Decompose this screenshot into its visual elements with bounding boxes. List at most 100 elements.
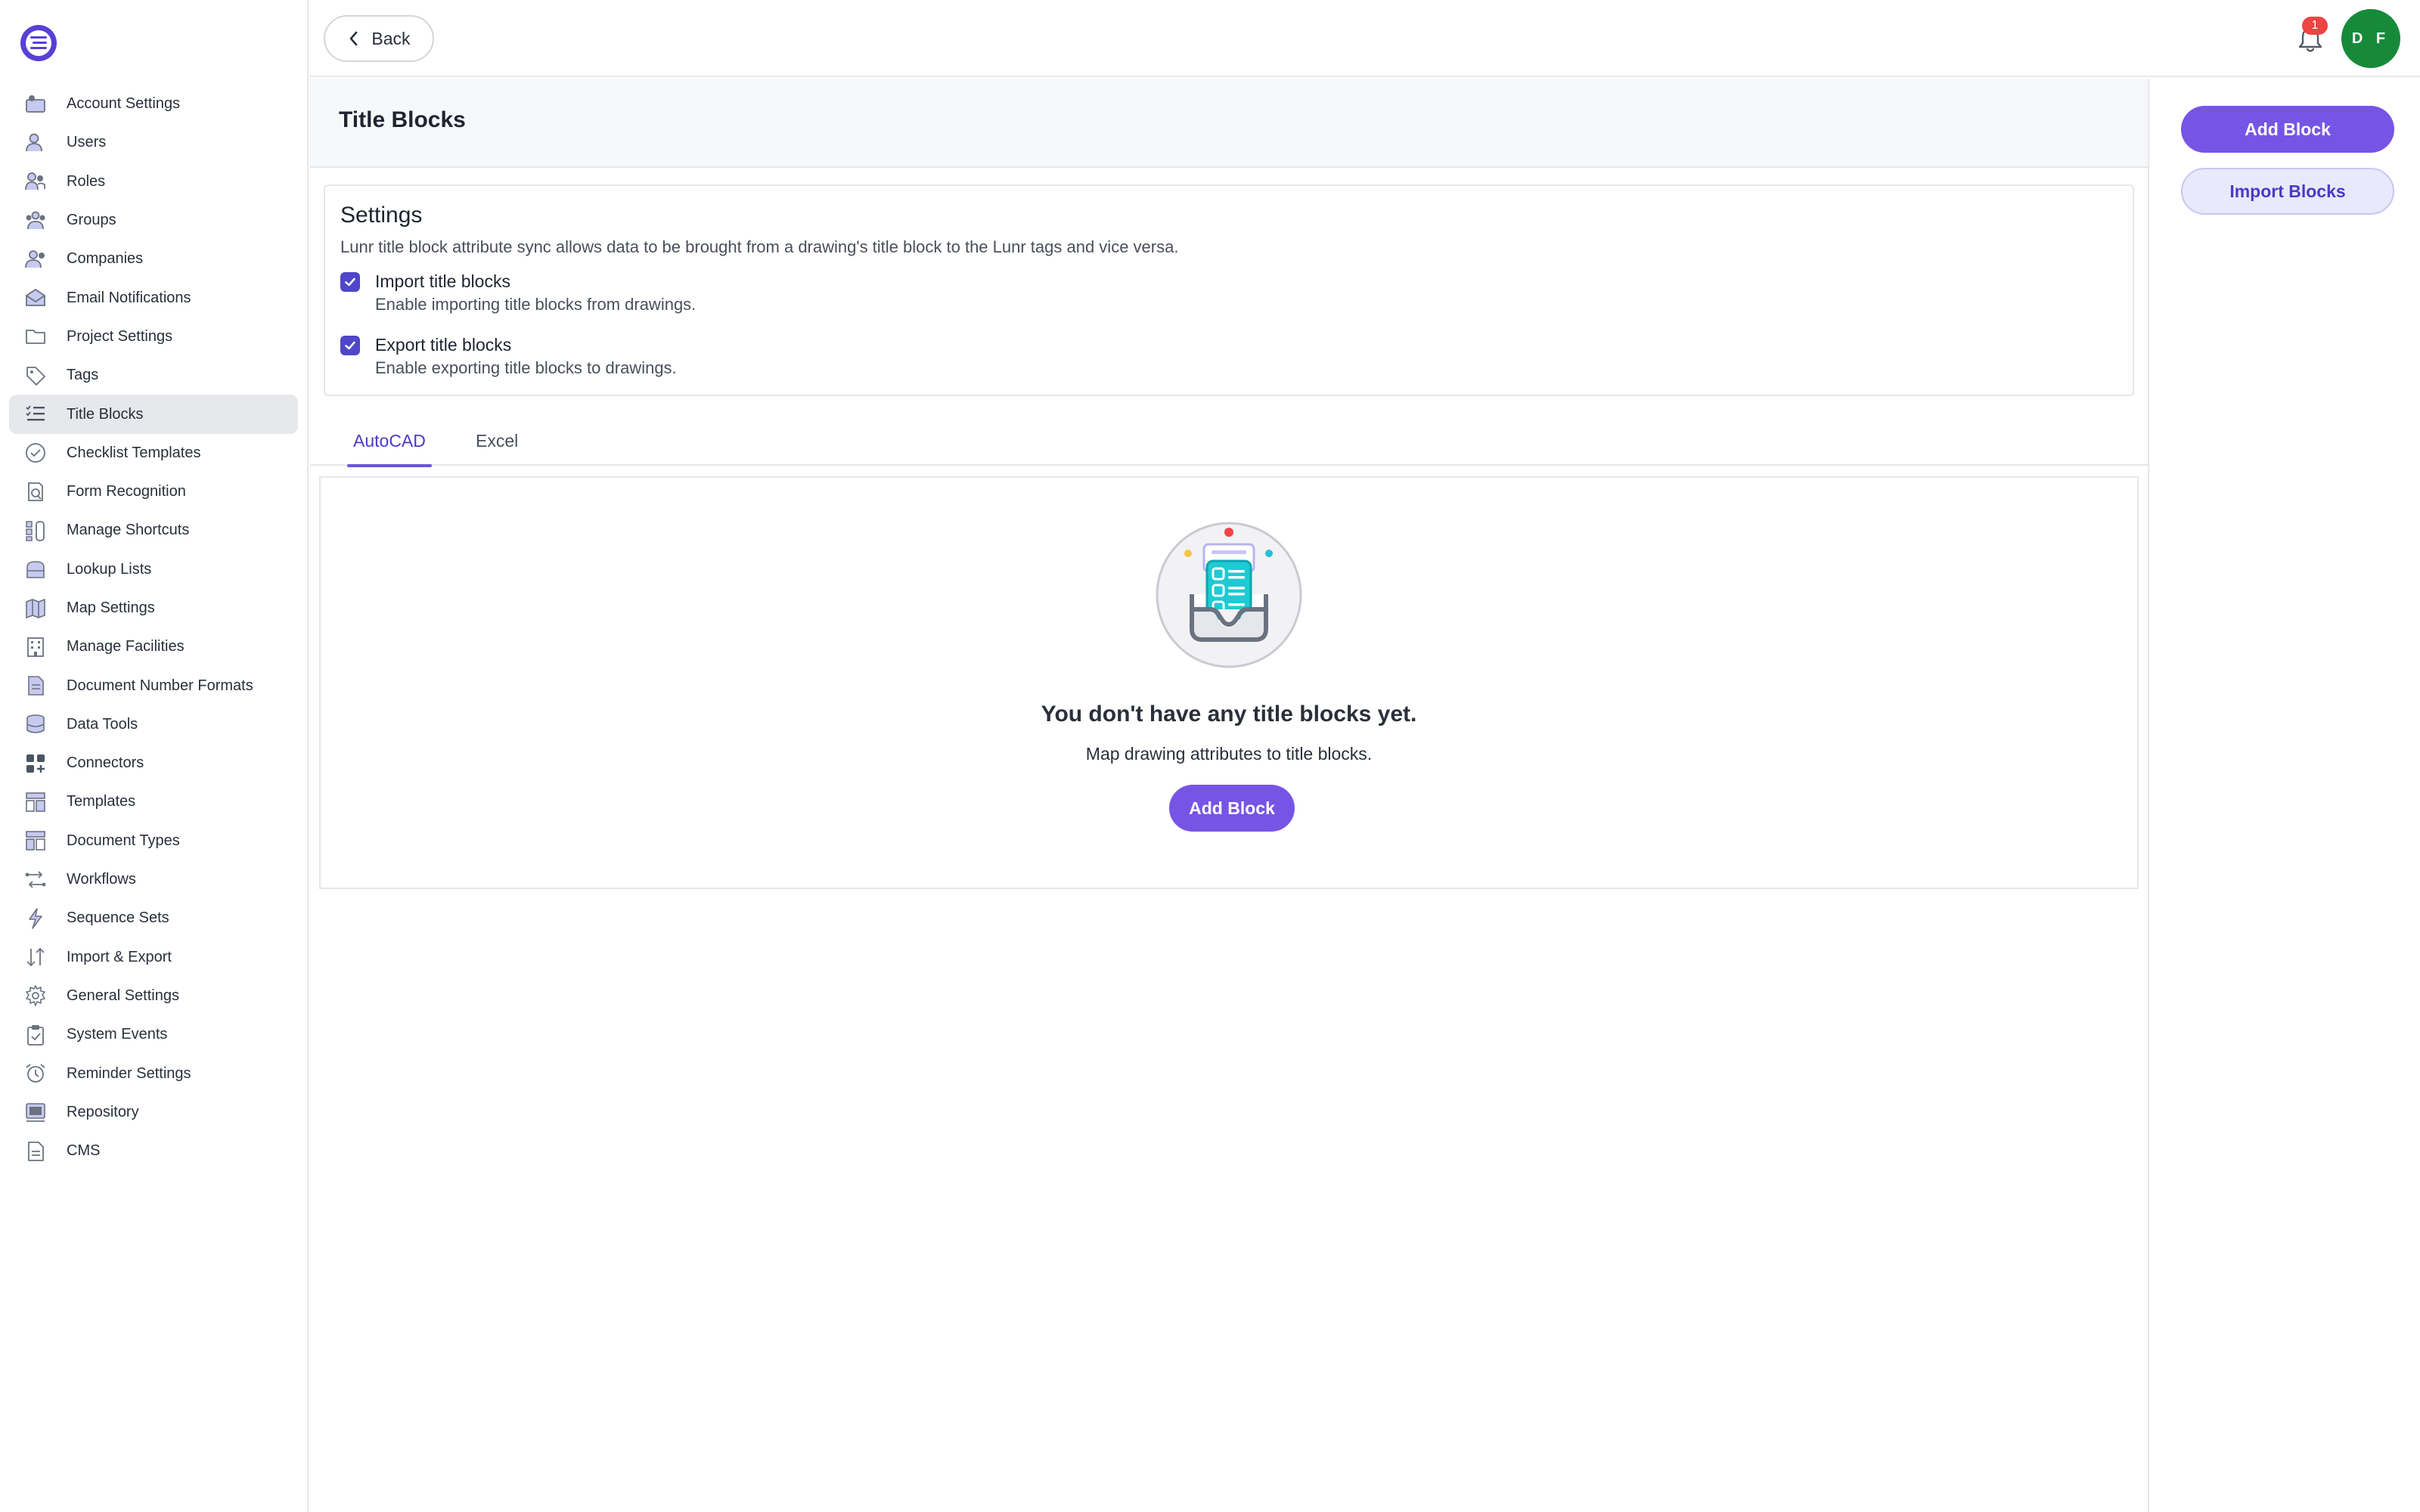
sidebar-item-label: Templates xyxy=(67,793,136,810)
map-icon xyxy=(23,596,48,621)
sidebar-item-label: Account Settings xyxy=(67,95,181,113)
sidebar-item-repository[interactable]: Repository xyxy=(9,1093,298,1132)
sidebar-item-label: Checklist Templates xyxy=(67,444,201,461)
import-title-blocks-checkbox[interactable] xyxy=(340,272,360,292)
sidebar-item-roles[interactable]: Roles xyxy=(9,163,298,201)
shortcuts-icon xyxy=(23,518,48,544)
document-types-icon xyxy=(23,828,48,854)
export-title-blocks-label: Export title blocks xyxy=(375,335,512,355)
tab-autocad[interactable]: AutoCAD xyxy=(347,431,432,467)
back-label: Back xyxy=(371,28,411,48)
source-tabs: AutoCAD Excel xyxy=(310,422,2148,467)
workflow-icon xyxy=(23,867,48,893)
lookup-icon xyxy=(23,556,48,582)
empty-inbox-illustration-icon xyxy=(1156,522,1302,668)
checkmark-icon xyxy=(345,341,355,350)
sidebar-item-document-number-formats[interactable]: Document Number Formats xyxy=(9,666,298,705)
sidebar-item-system-events[interactable]: System Events xyxy=(9,1015,298,1054)
add-block-button[interactable]: Add Block xyxy=(2181,106,2394,153)
export-title-blocks-option: Export title blocks Enable exporting tit… xyxy=(340,333,677,380)
sidebar-item-users[interactable]: Users xyxy=(9,123,298,162)
sidebar-item-form-recognition[interactable]: Form Recognition xyxy=(9,472,298,511)
sidebar-item-map-settings[interactable]: Map Settings xyxy=(9,589,298,627)
sidebar-nav: Account Settings Users Roles Groups Companie… xyxy=(9,85,298,1170)
gear-icon xyxy=(23,983,48,1009)
alarm-icon xyxy=(23,1061,48,1086)
document-number-icon xyxy=(23,673,48,699)
sidebar-item-sequence-sets[interactable]: Sequence Sets xyxy=(9,899,298,937)
empty-state-subtitle: Map drawing attributes to title blocks. xyxy=(1085,744,1373,764)
sidebar-item-label: Document Number Formats xyxy=(67,677,253,694)
sidebar-item-label: Lookup Lists xyxy=(67,560,152,578)
top-bar: Back 1 D F xyxy=(310,0,2420,77)
sidebar-item-label: Users xyxy=(67,134,107,151)
sidebar-item-reminder-settings[interactable]: Reminder Settings xyxy=(9,1054,298,1092)
sidebar-item-manage-facilities[interactable]: Manage Facilities xyxy=(9,627,298,666)
page-header: Title Blocks xyxy=(310,79,2148,168)
sidebar-item-label: Companies xyxy=(67,250,144,268)
notification-badge: 1 xyxy=(2302,17,2328,35)
sidebar-item-workflows[interactable]: Workflows xyxy=(9,860,298,899)
sidebar-item-label: Roles xyxy=(67,172,106,190)
sidebar-item-cms[interactable]: CMS xyxy=(9,1132,298,1170)
roles-icon xyxy=(23,169,48,194)
sidebar-item-label: Repository xyxy=(67,1103,139,1120)
form-search-icon xyxy=(23,479,48,505)
tag-icon xyxy=(23,363,48,389)
companies-icon xyxy=(23,246,48,272)
sidebar-item-data-tools[interactable]: Data Tools xyxy=(9,705,298,744)
sidebar-item-email-notifications[interactable]: Email Notifications xyxy=(9,278,298,317)
import-blocks-button[interactable]: Import Blocks xyxy=(2181,168,2394,215)
settings-description: Lunr title block attribute sync allows d… xyxy=(340,237,1179,256)
sidebar-item-label: Title Blocks xyxy=(67,405,144,423)
sidebar-item-title-blocks[interactable]: Title Blocks xyxy=(9,395,298,434)
sequence-icon xyxy=(23,906,48,931)
sidebar-item-label: General Settings xyxy=(67,987,179,1004)
settings-title: Settings xyxy=(340,203,423,228)
sidebar-item-templates[interactable]: Templates xyxy=(9,782,298,821)
sidebar-item-label: Document Types xyxy=(67,832,180,849)
sidebar-item-document-types[interactable]: Document Types xyxy=(9,822,298,860)
sidebar-item-connectors[interactable]: Connectors xyxy=(9,744,298,782)
sidebar-item-companies[interactable]: Companies xyxy=(9,240,298,278)
sidebar-item-checklist-templates[interactable]: Checklist Templates xyxy=(9,434,298,472)
export-title-blocks-checkbox[interactable] xyxy=(340,336,360,355)
sidebar-item-label: Data Tools xyxy=(67,715,138,733)
sidebar-item-groups[interactable]: Groups xyxy=(9,201,298,240)
sidebar-item-project-settings[interactable]: Project Settings xyxy=(9,318,298,356)
check-circle-icon xyxy=(23,440,48,466)
sidebar-item-import-export[interactable]: Import & Export xyxy=(9,938,298,977)
templates-icon xyxy=(23,789,48,815)
folder-icon xyxy=(23,324,48,349)
user-icon xyxy=(23,130,48,156)
avatar[interactable]: D F xyxy=(2341,9,2400,68)
account-settings-icon xyxy=(23,91,48,117)
building-icon xyxy=(23,634,48,660)
clipboard-check-icon xyxy=(23,1022,48,1048)
repository-icon xyxy=(23,1099,48,1125)
back-button[interactable]: Back xyxy=(324,15,434,62)
sidebar-item-label: System Events xyxy=(67,1026,168,1043)
sidebar-item-lookup-lists[interactable]: Lookup Lists xyxy=(9,550,298,589)
sidebar-item-label: Reminder Settings xyxy=(67,1064,191,1082)
sidebar-item-tags[interactable]: Tags xyxy=(9,356,298,395)
import-export-icon xyxy=(23,944,48,970)
sidebar-item-label: Connectors xyxy=(67,754,144,772)
app-logo-icon[interactable] xyxy=(18,23,59,64)
sidebar-item-label: Project Settings xyxy=(67,327,173,345)
tab-excel[interactable]: Excel xyxy=(476,431,518,466)
import-title-blocks-help: Enable importing title blocks from drawi… xyxy=(375,295,697,314)
export-title-blocks-help: Enable exporting title blocks to drawing… xyxy=(375,358,677,377)
sidebar-item-manage-shortcuts[interactable]: Manage Shortcuts xyxy=(9,511,298,550)
sidebar-item-account-settings[interactable]: Account Settings xyxy=(9,85,298,123)
sidebar-item-label: Email Notifications xyxy=(67,289,191,306)
page-title: Title Blocks xyxy=(339,107,466,132)
empty-state-add-block-button[interactable]: Add Block xyxy=(1169,785,1295,832)
sidebar-item-general-settings[interactable]: General Settings xyxy=(9,977,298,1015)
sidebar-item-label: Form Recognition xyxy=(67,483,186,500)
email-icon xyxy=(23,285,48,311)
sidebar-item-label: Map Settings xyxy=(67,600,155,616)
sidebar-item-label: Manage Shortcuts xyxy=(67,522,190,539)
sidebar-item-label: Groups xyxy=(67,212,116,229)
sidebar-item-label: Manage Facilities xyxy=(67,638,185,655)
